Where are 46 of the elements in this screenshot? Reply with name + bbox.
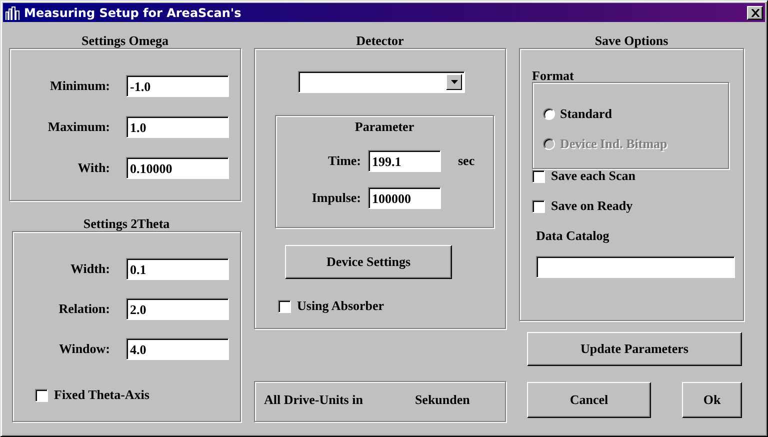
input-field[interactable]: 2.0 bbox=[126, 298, 229, 320]
field-label: Minimum: bbox=[49, 78, 110, 94]
field-label: Impulse: bbox=[310, 190, 361, 206]
window-title: Measuring Setup for AreaScan's bbox=[24, 6, 242, 20]
group-heading: Settings Omega bbox=[80, 34, 170, 48]
field-label: Maximum: bbox=[46, 119, 110, 135]
checkbox-label[interactable]: Using Absorber bbox=[297, 298, 384, 314]
input-field[interactable]: 1.0 bbox=[126, 116, 229, 138]
device-settings-button[interactable]: Device Settings bbox=[285, 245, 452, 279]
close-button[interactable] bbox=[747, 6, 763, 20]
field-label: Data Catalog bbox=[536, 228, 610, 242]
checkbox[interactable] bbox=[35, 388, 48, 402]
unit-label: sec bbox=[458, 153, 475, 169]
checkbox[interactable] bbox=[532, 200, 545, 212]
cancel-button[interactable]: Cancel bbox=[527, 382, 651, 418]
group-heading: Save Options bbox=[594, 34, 670, 48]
input-field[interactable]: 4.0 bbox=[126, 338, 229, 360]
close-icon bbox=[750, 8, 760, 16]
input-field[interactable]: 199.1 bbox=[368, 150, 441, 172]
field-label: Time: bbox=[327, 153, 361, 169]
input-field[interactable]: 0.1 bbox=[126, 258, 229, 280]
input-field[interactable]: -1.0 bbox=[126, 75, 229, 97]
input-field[interactable]: 100000 bbox=[368, 187, 441, 209]
field-label: Width: bbox=[70, 261, 110, 277]
field-label: With: bbox=[76, 160, 110, 176]
building-icon bbox=[5, 4, 21, 20]
radio-label[interactable]: Standard bbox=[560, 106, 612, 122]
checkbox[interactable] bbox=[278, 300, 291, 312]
checkbox-label[interactable]: Save each Scan bbox=[551, 168, 636, 184]
field-label: Window: bbox=[58, 341, 110, 357]
group-heading: Settings 2Theta bbox=[82, 217, 171, 231]
field-label: Relation: bbox=[58, 301, 110, 317]
input-field[interactable]: 0.10000 bbox=[126, 157, 229, 179]
group-heading: Format bbox=[532, 69, 575, 82]
dropdown[interactable] bbox=[298, 71, 465, 93]
update-parameters-button[interactable]: Update Parameters bbox=[527, 332, 742, 366]
group-heading: Parameter bbox=[354, 119, 416, 133]
group-heading: Detector bbox=[355, 34, 405, 48]
radio-button[interactable] bbox=[543, 108, 555, 120]
drive-units-label: All Drive-Units in bbox=[264, 392, 363, 408]
checkbox[interactable] bbox=[532, 170, 545, 182]
ok-button[interactable]: Ok bbox=[682, 382, 742, 418]
drive-units-value: Sekunden bbox=[414, 392, 470, 408]
checkbox-label[interactable]: Save on Ready bbox=[551, 198, 633, 214]
checkbox-label[interactable]: Fixed Theta-Axis bbox=[54, 387, 150, 403]
input-field[interactable] bbox=[536, 256, 735, 278]
